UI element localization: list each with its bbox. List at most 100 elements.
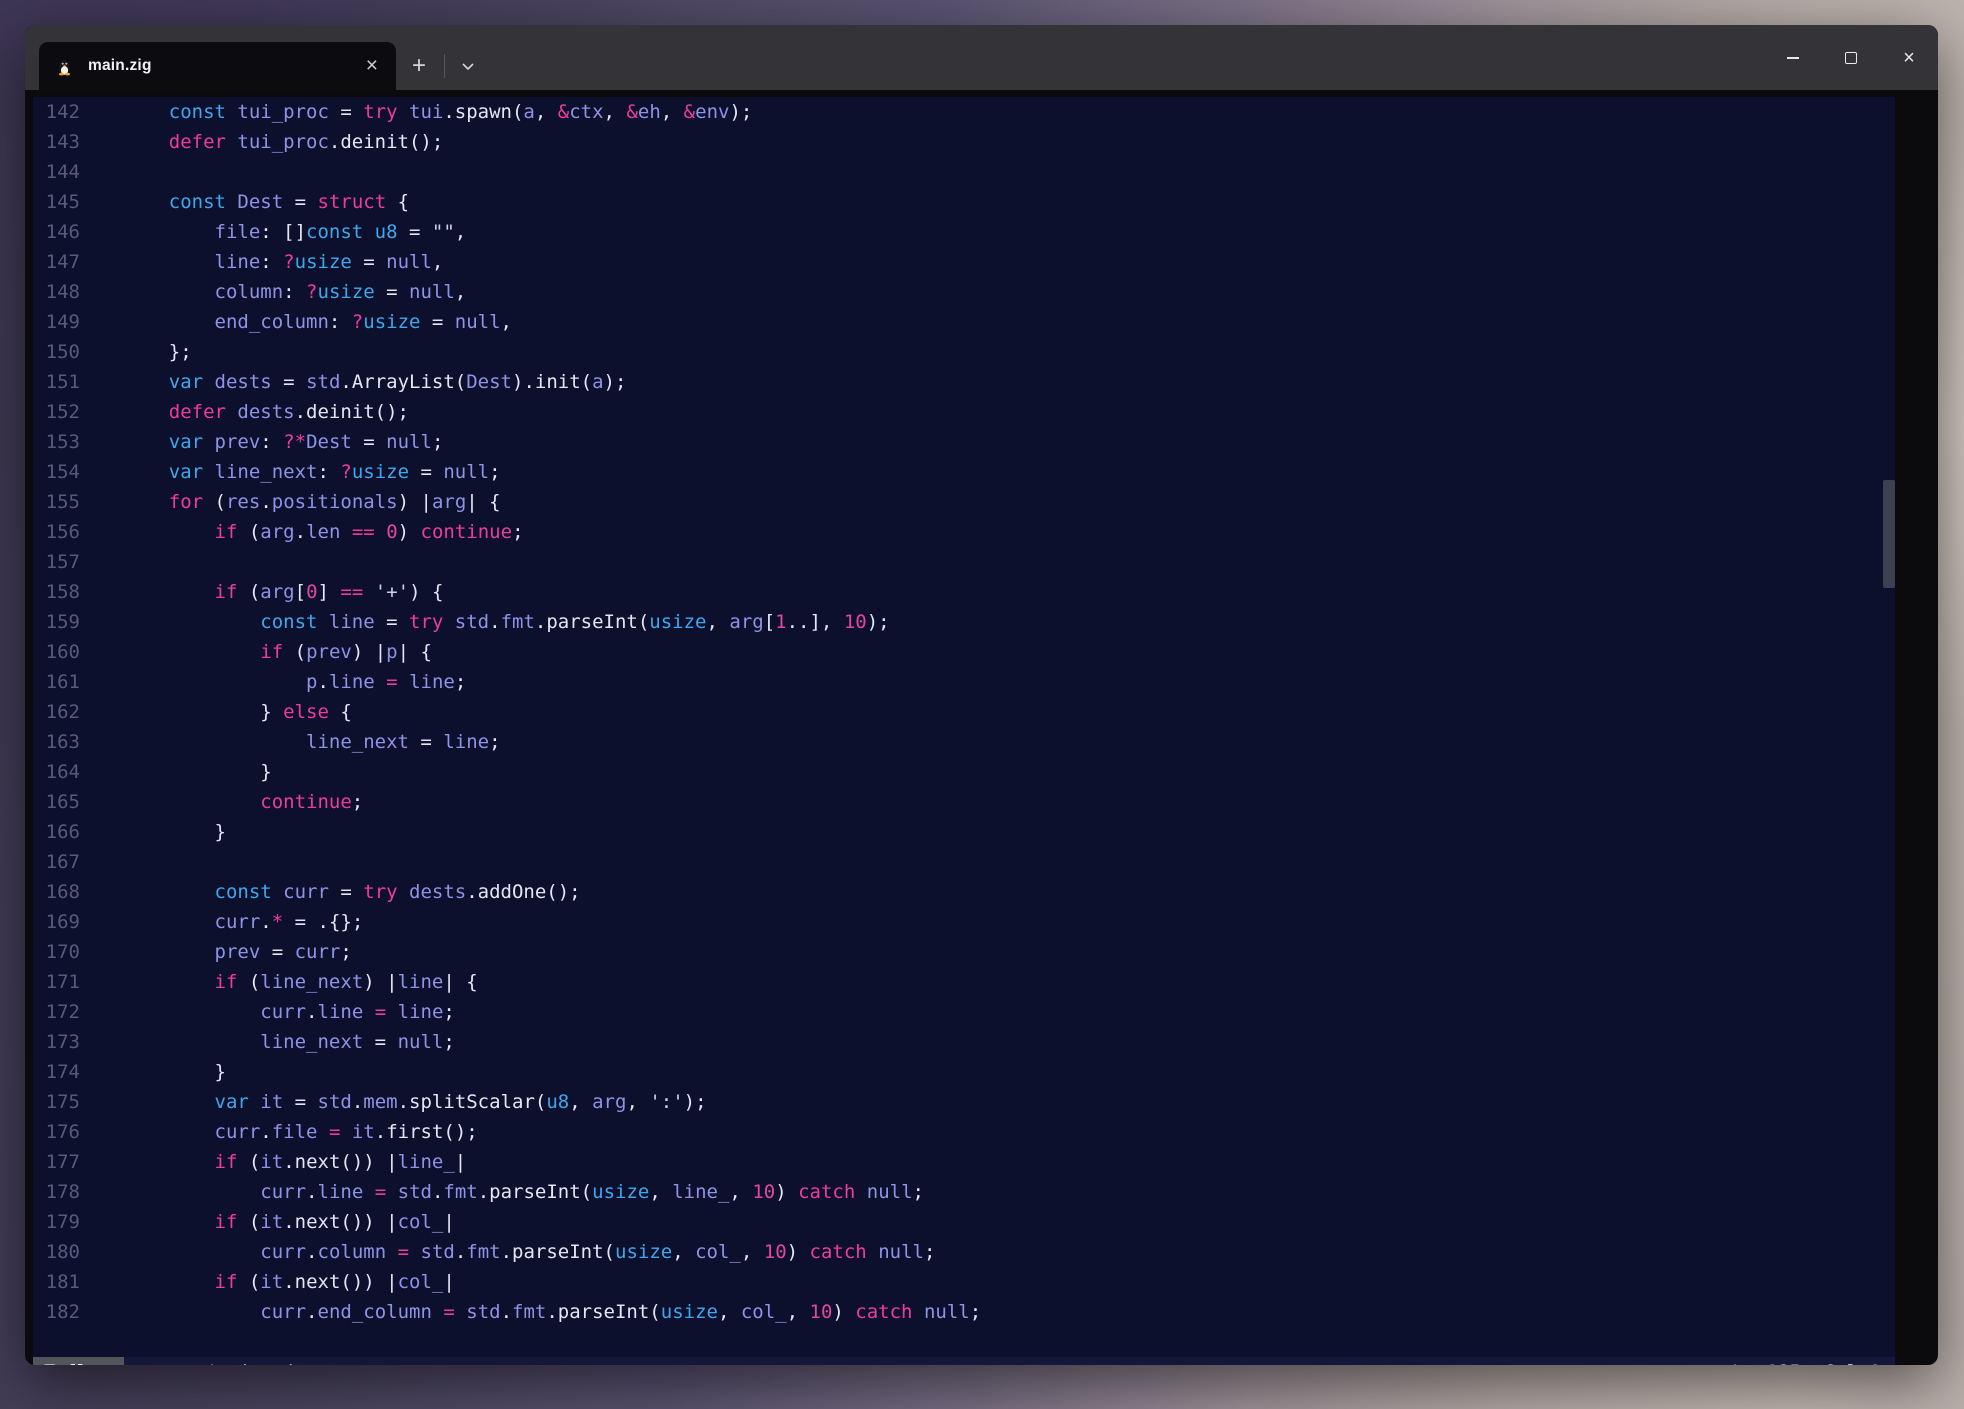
code-text: defer dests.deinit(); bbox=[80, 397, 409, 427]
code-line[interactable]: 173 line_next = null; bbox=[33, 1027, 1895, 1057]
code-line[interactable]: 150 }; bbox=[33, 337, 1895, 367]
maximize-button[interactable] bbox=[1822, 25, 1880, 90]
code-text: curr.line = line; bbox=[80, 997, 455, 1027]
code-line[interactable]: 144 bbox=[33, 157, 1895, 187]
code-lines: 142 const tui_proc = try tui.spawn(a, &c… bbox=[33, 97, 1895, 1327]
modified-badge bbox=[138, 1364, 155, 1366]
line-number: 168 bbox=[33, 877, 80, 907]
code-line[interactable]: 152 defer dests.deinit(); bbox=[33, 397, 1895, 427]
code-line[interactable]: 166 } bbox=[33, 817, 1895, 847]
line-number: 169 bbox=[33, 907, 80, 937]
code-line[interactable]: 169 curr.* = .{}; bbox=[33, 907, 1895, 937]
code-line[interactable]: 156 if (arg.len == 0) continue; bbox=[33, 517, 1895, 547]
code-line[interactable]: 148 column: ?usize = null, bbox=[33, 277, 1895, 307]
code-text: } else { bbox=[80, 697, 352, 727]
code-line[interactable]: 147 line: ?usize = null, bbox=[33, 247, 1895, 277]
status-bar: flow src/main.zig Ln 195, Col 1 bbox=[33, 1357, 1895, 1365]
line-number: 178 bbox=[33, 1177, 80, 1207]
code-line[interactable]: 168 const curr = try dests.addOne(); bbox=[33, 877, 1895, 907]
document-icon bbox=[43, 1364, 56, 1365]
editor-area[interactable]: 142 const tui_proc = try tui.spawn(a, &c… bbox=[33, 97, 1895, 1365]
minimize-button[interactable] bbox=[1764, 25, 1822, 90]
tab-main-zig[interactable]: main.zig × bbox=[39, 42, 396, 90]
code-line[interactable]: 146 file: []const u8 = "", bbox=[33, 217, 1895, 247]
code-text: continue; bbox=[80, 787, 363, 817]
line-number: 143 bbox=[33, 127, 80, 157]
chevron-down-icon bbox=[461, 62, 475, 71]
mode-indicator[interactable]: flow bbox=[33, 1357, 124, 1365]
tab-title: main.zig bbox=[88, 57, 360, 75]
mode-label: flow bbox=[65, 1357, 111, 1365]
scrollbar-thumb[interactable] bbox=[1883, 480, 1895, 588]
code-text: var prev: ?*Dest = null; bbox=[80, 427, 443, 457]
code-line[interactable]: 177 if (it.next()) |line_| bbox=[33, 1147, 1895, 1177]
code-line[interactable]: 149 end_column: ?usize = null, bbox=[33, 307, 1895, 337]
new-tab-button[interactable]: + bbox=[396, 42, 442, 90]
code-line[interactable]: 142 const tui_proc = try tui.spawn(a, &c… bbox=[33, 97, 1895, 127]
code-text: var line_next: ?usize = null; bbox=[80, 457, 501, 487]
cursor-position: Ln 195, Col 1 bbox=[1732, 1357, 1895, 1365]
code-line[interactable]: 163 line_next = line; bbox=[33, 727, 1895, 757]
code-line[interactable]: 143 defer tui_proc.deinit(); bbox=[33, 127, 1895, 157]
code-text: const curr = try dests.addOne(); bbox=[80, 877, 581, 907]
code-line[interactable]: 157 bbox=[33, 547, 1895, 577]
code-line[interactable]: 151 var dests = std.ArrayList(Dest).init… bbox=[33, 367, 1895, 397]
close-button[interactable]: × bbox=[1880, 25, 1938, 90]
line-number: 166 bbox=[33, 817, 80, 847]
code-line[interactable]: 153 var prev: ?*Dest = null; bbox=[33, 427, 1895, 457]
code-text: line: ?usize = null, bbox=[80, 247, 443, 277]
code-text: const line = try std.fmt.parseInt(usize,… bbox=[80, 607, 890, 637]
tab-close-icon[interactable]: × bbox=[360, 56, 384, 76]
code-line[interactable]: 158 if (arg[0] == '+') { bbox=[33, 577, 1895, 607]
code-text: var dests = std.ArrayList(Dest).init(a); bbox=[80, 367, 626, 397]
code-text: } bbox=[80, 1057, 226, 1087]
code-line[interactable]: 176 curr.file = it.first(); bbox=[33, 1117, 1895, 1147]
code-line[interactable]: 165 continue; bbox=[33, 787, 1895, 817]
tux-linux-icon bbox=[55, 57, 74, 76]
line-number: 155 bbox=[33, 487, 80, 517]
code-line[interactable]: 175 var it = std.mem.splitScalar(u8, arg… bbox=[33, 1087, 1895, 1117]
line-number: 167 bbox=[33, 847, 80, 877]
code-line[interactable]: 174 } bbox=[33, 1057, 1895, 1087]
code-line[interactable]: 181 if (it.next()) |col_| bbox=[33, 1267, 1895, 1297]
code-text: if (arg[0] == '+') { bbox=[80, 577, 443, 607]
line-number: 162 bbox=[33, 697, 80, 727]
code-text: line_next = null; bbox=[80, 1027, 455, 1057]
code-line[interactable]: 171 if (line_next) |line| { bbox=[33, 967, 1895, 997]
line-number: 163 bbox=[33, 727, 80, 757]
code-line[interactable]: 155 for (res.positionals) |arg| { bbox=[33, 487, 1895, 517]
code-text: if (it.next()) |col_| bbox=[80, 1267, 455, 1297]
code-text: } bbox=[80, 757, 272, 787]
code-line[interactable]: 170 prev = curr; bbox=[33, 937, 1895, 967]
code-line[interactable]: 154 var line_next: ?usize = null; bbox=[33, 457, 1895, 487]
line-number: 160 bbox=[33, 637, 80, 667]
line-number: 181 bbox=[33, 1267, 80, 1297]
line-number: 148 bbox=[33, 277, 80, 307]
code-line[interactable]: 161 p.line = line; bbox=[33, 667, 1895, 697]
code-line[interactable]: 145 const Dest = struct { bbox=[33, 187, 1895, 217]
code-line[interactable]: 179 if (it.next()) |col_| bbox=[33, 1207, 1895, 1237]
code-text: if (arg.len == 0) continue; bbox=[80, 517, 524, 547]
code-line[interactable]: 178 curr.line = std.fmt.parseInt(usize, … bbox=[33, 1177, 1895, 1207]
code-line[interactable]: 162 } else { bbox=[33, 697, 1895, 727]
line-number: 173 bbox=[33, 1027, 80, 1057]
code-line[interactable]: 160 if (prev) |p| { bbox=[33, 637, 1895, 667]
line-number: 157 bbox=[33, 547, 80, 577]
line-number: 176 bbox=[33, 1117, 80, 1147]
modified-icon bbox=[138, 1364, 155, 1366]
code-line[interactable]: 180 curr.column = std.fmt.parseInt(usize… bbox=[33, 1237, 1895, 1267]
line-number: 180 bbox=[33, 1237, 80, 1267]
code-line[interactable]: 164 } bbox=[33, 757, 1895, 787]
code-line[interactable]: 167 bbox=[33, 847, 1895, 877]
code-text: if (it.next()) |col_| bbox=[80, 1207, 455, 1237]
code-text: const Dest = struct { bbox=[80, 187, 409, 217]
title-bar[interactable]: main.zig × + × bbox=[25, 25, 1938, 90]
file-path[interactable]: src/main.zig bbox=[169, 1357, 306, 1365]
tab-dropdown-button[interactable] bbox=[447, 42, 489, 90]
code-line[interactable]: 159 const line = try std.fmt.parseInt(us… bbox=[33, 607, 1895, 637]
code-line[interactable]: 172 curr.line = line; bbox=[33, 997, 1895, 1027]
code-text: curr.column = std.fmt.parseInt(usize, co… bbox=[80, 1237, 935, 1267]
line-number: 175 bbox=[33, 1087, 80, 1117]
code-line[interactable]: 182 curr.end_column = std.fmt.parseInt(u… bbox=[33, 1297, 1895, 1327]
terminal-window: main.zig × + × 142 const tui_proc = try … bbox=[25, 25, 1938, 1365]
